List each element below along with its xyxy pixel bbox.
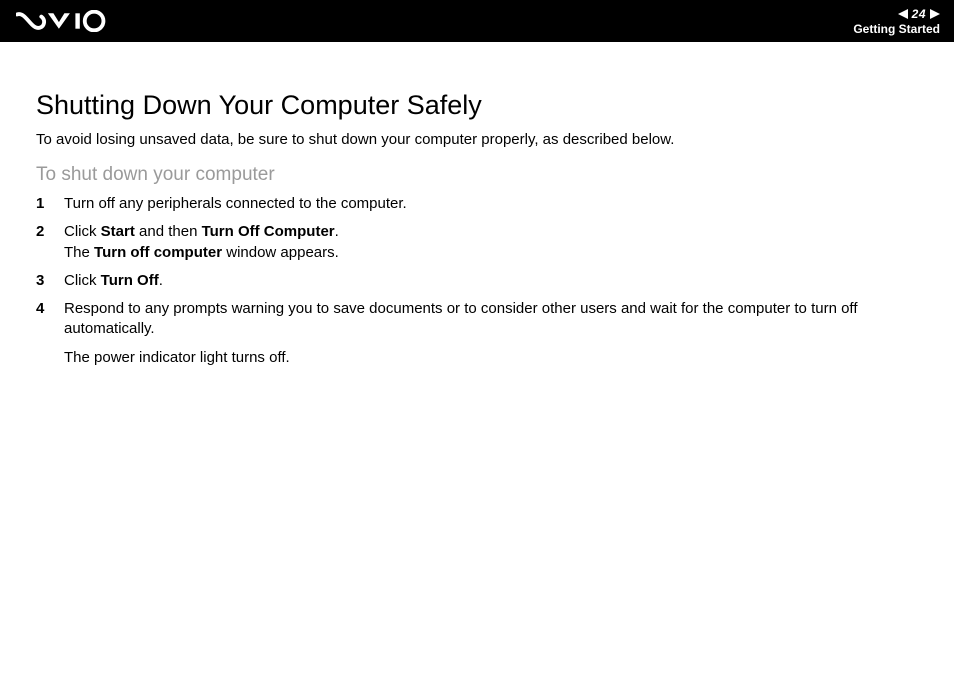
header-nav: 24 Getting Started [853,7,940,36]
next-page-icon[interactable] [930,9,940,19]
step-text: Click Turn Off. [64,272,163,289]
step-subtext: The Turn off computer window appears. [64,243,930,263]
vaio-logo [16,0,110,42]
step-text: Respond to any prompts warning you to sa… [64,300,857,337]
step-item: Respond to any prompts warning you to sa… [36,299,930,368]
step-item: Turn off any peripherals connected to th… [36,194,930,214]
step-after: The power indicator light turns off. [64,348,930,368]
pager: 24 [898,7,940,21]
header-bar: 24 Getting Started [0,0,954,42]
step-item: Click Start and then Turn Off Computer. … [36,222,930,263]
step-item: Click Turn Off. [36,271,930,291]
page-number: 24 [910,7,928,21]
intro-text: To avoid losing unsaved data, be sure to… [36,131,930,148]
steps-list: Turn off any peripherals connected to th… [36,194,930,368]
prev-page-icon[interactable] [898,9,908,19]
step-text: Turn off any peripherals connected to th… [64,195,407,212]
page-title: Shutting Down Your Computer Safely [36,90,930,121]
step-text: Click Start and then Turn Off Computer. [64,223,339,240]
page-content: Shutting Down Your Computer Safely To av… [0,42,954,368]
section-label: Getting Started [853,22,940,36]
subtitle: To shut down your computer [36,164,930,186]
